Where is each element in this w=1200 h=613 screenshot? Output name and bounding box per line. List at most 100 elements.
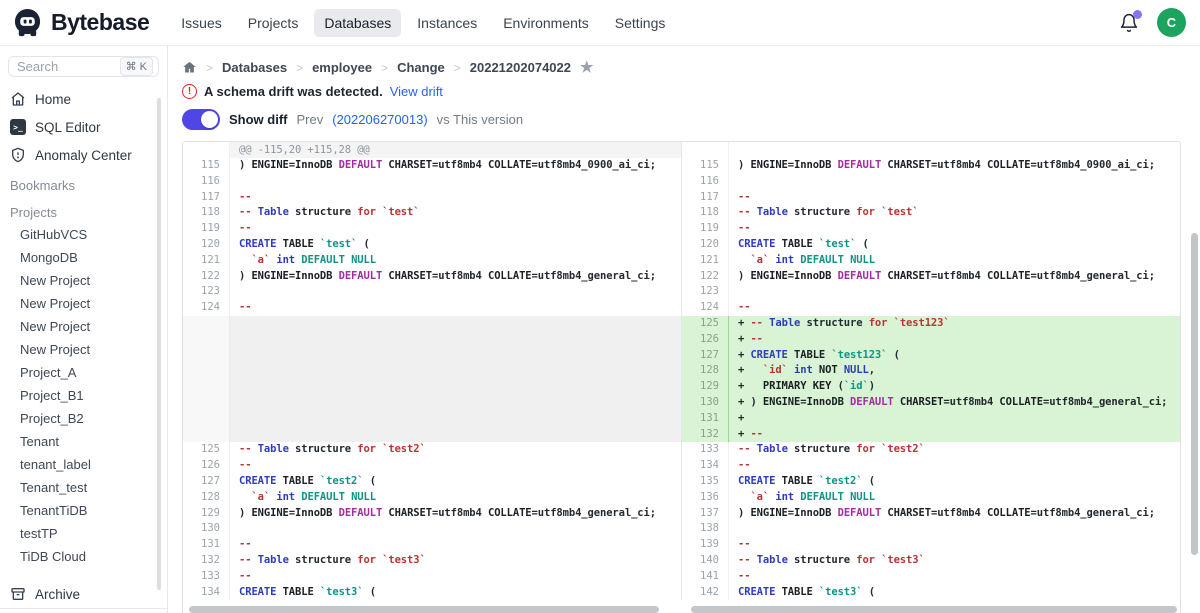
view-drift-link[interactable]: View drift xyxy=(390,84,443,99)
diff-cell xyxy=(183,316,682,332)
sidebar-project-item[interactable]: New Project xyxy=(0,315,167,338)
sidebar-project-item[interactable]: Project_B1 xyxy=(0,384,167,407)
nav-item-instances[interactable]: Instances xyxy=(407,9,487,37)
nav-item-projects[interactable]: Projects xyxy=(238,9,309,37)
breadcrumb-employee[interactable]: employee xyxy=(312,60,372,75)
code-line xyxy=(729,174,1181,190)
sidebar-project-item[interactable]: testTP xyxy=(0,522,167,545)
code-line: ) ENGINE=InnoDB DEFAULT CHARSET=utf8mb4 … xyxy=(729,158,1181,174)
code-line: + -- xyxy=(729,332,1181,348)
diff-row: 134CREATE TABLE `test3` (142CREATE TABLE… xyxy=(183,585,1180,601)
sidebar-scrollbar[interactable] xyxy=(157,98,161,590)
diff-cell: 125+ -- Table structure for `test123` xyxy=(682,316,1181,332)
sidebar-project-item[interactable]: tenant_label xyxy=(0,453,167,476)
line-number: 126 xyxy=(183,458,230,474)
code-line: + ) ENGINE=InnoDB DEFAULT CHARSET=utf8mb… xyxy=(729,395,1181,411)
breadcrumb-home-icon[interactable] xyxy=(182,60,197,75)
diff-cell: 118-- Table structure for `test` xyxy=(183,205,682,221)
diff-cell: 132-- Table structure for `test3` xyxy=(183,553,682,569)
line-number xyxy=(682,142,729,158)
star-icon[interactable]: ★ xyxy=(580,60,593,75)
nav-item-databases[interactable]: Databases xyxy=(314,9,401,37)
nav-item-settings[interactable]: Settings xyxy=(605,9,676,37)
sidebar-project-item[interactable]: Project_B2 xyxy=(0,407,167,430)
search-input[interactable] xyxy=(17,59,105,74)
prev-version-link[interactable]: (202206270013) xyxy=(332,112,427,127)
sidebar-project-item[interactable]: Tenant xyxy=(0,430,167,453)
breadcrumb: > Databases > employee > Change > 202212… xyxy=(182,60,1200,75)
line-number: 138 xyxy=(682,521,729,537)
sidebar-item-label: Anomaly Center xyxy=(35,148,132,163)
line-number: 141 xyxy=(682,569,729,585)
code-line: -- xyxy=(729,221,1181,237)
prev-label: Prev xyxy=(297,112,324,127)
alert-icon: ! xyxy=(182,84,197,99)
breadcrumb-databases[interactable]: Databases xyxy=(222,60,287,75)
diff-cell: 120CREATE TABLE `test` ( xyxy=(682,237,1181,253)
diff-cell: 127+ CREATE TABLE `test123` ( xyxy=(682,348,1181,364)
nav-item-environments[interactable]: Environments xyxy=(493,9,599,37)
diff-cell: 129) ENGINE=InnoDB DEFAULT CHARSET=utf8m… xyxy=(183,506,682,522)
search-box[interactable]: ⌘ K xyxy=(8,56,159,77)
sidebar-section-bookmarks[interactable]: Bookmarks xyxy=(0,169,167,196)
sidebar-project-item[interactable]: TiDB Cloud xyxy=(0,545,167,568)
breadcrumb-change[interactable]: Change xyxy=(397,60,445,75)
sidebar-item-sql-editor[interactable]: >_ SQL Editor xyxy=(0,113,167,141)
sidebar-project-item[interactable]: GitHubVCS xyxy=(0,223,167,246)
line-number: 134 xyxy=(183,585,230,601)
sidebar-section-projects[interactable]: Projects xyxy=(0,196,167,223)
code-line: -- xyxy=(729,300,1181,316)
code-line: CREATE TABLE `test3` ( xyxy=(729,585,1181,601)
code-line: -- xyxy=(230,458,681,474)
nav-item-issues[interactable]: Issues xyxy=(171,9,231,37)
diff-row: @@ -115,20 +115,28 @@ xyxy=(183,142,1180,158)
diff-cell: 120CREATE TABLE `test` ( xyxy=(183,237,682,253)
sidebar-item-anomaly-center[interactable]: Anomaly Center xyxy=(0,141,167,169)
code-line: ) ENGINE=InnoDB DEFAULT CHARSET=utf8mb4 … xyxy=(729,506,1181,522)
code-line xyxy=(230,379,681,395)
brand[interactable]: Bytebase xyxy=(12,7,149,38)
line-number: 120 xyxy=(183,237,230,253)
show-diff-toggle[interactable] xyxy=(182,109,220,130)
code-line: -- xyxy=(729,569,1181,585)
line-number: 122 xyxy=(682,269,729,285)
diff-cell: 128 `a` int DEFAULT NULL xyxy=(183,490,682,506)
sidebar-project-item[interactable]: TenantTiDB xyxy=(0,499,167,522)
sidebar-project-item[interactable]: New Project xyxy=(0,292,167,315)
code-line: CREATE TABLE `test2` ( xyxy=(729,474,1181,490)
right-horizontal-scrollbar[interactable] xyxy=(691,606,1177,613)
schema-drift-alert: ! A schema drift was detected. View drif… xyxy=(182,84,1200,99)
breadcrumb-separator: > xyxy=(206,61,213,75)
code-line: ) ENGINE=InnoDB DEFAULT CHARSET=utf8mb4 … xyxy=(230,506,681,522)
line-number: 142 xyxy=(682,585,729,601)
line-number: 133 xyxy=(682,442,729,458)
page-vertical-scrollbar[interactable] xyxy=(1191,233,1198,555)
sidebar-item-archive[interactable]: Archive xyxy=(0,580,167,608)
line-number: 140 xyxy=(682,553,729,569)
sidebar-project-item[interactable]: New Project xyxy=(0,269,167,292)
code-line: ) ENGINE=InnoDB DEFAULT CHARSET=utf8mb4 … xyxy=(729,269,1181,285)
code-line: + CREATE TABLE `test123` ( xyxy=(729,348,1181,364)
left-horizontal-scrollbar[interactable] xyxy=(189,606,659,613)
diff-cell: 132+ -- xyxy=(682,427,1181,443)
line-number: 133 xyxy=(183,569,230,585)
toggle-knob xyxy=(201,111,218,128)
diff-row: 116116 xyxy=(183,174,1180,190)
line-number xyxy=(183,332,230,348)
diff-cell xyxy=(183,332,682,348)
avatar[interactable]: C xyxy=(1157,8,1186,37)
line-number: 115 xyxy=(682,158,729,174)
sidebar-project-item[interactable]: Tenant_test xyxy=(0,476,167,499)
diff-row: 125-- Table structure for `test2`133-- T… xyxy=(183,442,1180,458)
code-line xyxy=(729,142,1181,158)
diff-cell: 141-- xyxy=(682,569,1181,585)
sidebar-project-item[interactable]: New Project xyxy=(0,338,167,361)
diff-row: 118-- Table structure for `test`118-- Ta… xyxy=(183,205,1180,221)
code-line: -- xyxy=(729,190,1181,206)
sidebar-project-item[interactable]: MongoDB xyxy=(0,246,167,269)
diff-cell: 130+ ) ENGINE=InnoDB DEFAULT CHARSET=utf… xyxy=(682,395,1181,411)
notifications-bell-icon[interactable] xyxy=(1119,13,1139,33)
line-number: 123 xyxy=(183,284,230,300)
sidebar-item-home[interactable]: Home xyxy=(0,85,167,113)
sidebar-project-item[interactable]: Project_A xyxy=(0,361,167,384)
